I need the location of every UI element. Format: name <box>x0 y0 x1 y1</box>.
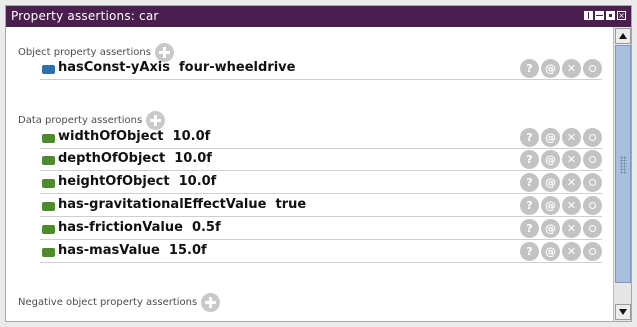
negative-object-property-section-title: Negative object property assertions <box>18 297 198 308</box>
annotate-button[interactable]: @ <box>541 219 560 238</box>
explain-button[interactable]: ? <box>520 242 539 261</box>
edit-button[interactable] <box>583 150 602 169</box>
data-property-icon <box>42 248 55 257</box>
view-controls: × <box>584 11 626 20</box>
scroll-thumb[interactable] <box>615 45 631 283</box>
row-actions: ? @ <box>520 150 602 169</box>
row-actions: ? @ <box>520 196 602 215</box>
edit-button[interactable] <box>583 242 602 261</box>
row-actions: ? @ <box>520 242 602 261</box>
annotate-button[interactable]: @ <box>541 59 560 78</box>
explain-button[interactable]: ? <box>520 196 539 215</box>
edit-button[interactable] <box>583 59 602 78</box>
data-property-row[interactable]: has-masValue 15.0f ? @ <box>40 241 602 263</box>
data-property-icon <box>42 156 55 165</box>
data-property-icon <box>42 202 55 211</box>
explain-button[interactable]: ? <box>520 59 539 78</box>
data-property-icon <box>42 134 55 143</box>
delete-button[interactable] <box>562 242 581 261</box>
explain-button[interactable]: ? <box>520 150 539 169</box>
vertical-scrollbar[interactable] <box>613 27 631 321</box>
object-property-row[interactable]: hasConst-yAxis four-wheeldrive ? @ <box>40 58 602 80</box>
negative-object-property-section-header: Negative object property assertions <box>18 293 221 312</box>
annotate-button[interactable]: @ <box>541 128 560 147</box>
data-property-icon <box>42 179 55 188</box>
edit-button[interactable] <box>583 128 602 147</box>
data-property-row[interactable]: has-gravitationalEffectValue true ? @ <box>40 195 602 217</box>
delete-button[interactable] <box>562 219 581 238</box>
edit-button[interactable] <box>583 173 602 192</box>
object-property-section-title: Object property assertions <box>18 47 151 58</box>
edit-button[interactable] <box>583 219 602 238</box>
data-property-row[interactable]: depthOfObject 10.0f ? @ <box>40 149 602 171</box>
delete-button[interactable] <box>562 128 581 147</box>
data-property-label: has-gravitationalEffectValue true <box>58 197 307 212</box>
delete-button[interactable] <box>562 150 581 169</box>
data-property-label: has-masValue 15.0f <box>58 243 207 258</box>
annotate-button[interactable]: @ <box>541 242 560 261</box>
data-property-label: depthOfObject 10.0f <box>58 151 212 166</box>
data-property-row[interactable]: heightOfObject 10.0f ? @ <box>40 172 602 194</box>
delete-button[interactable] <box>562 59 581 78</box>
property-assertions-view: Property assertions: car × Object proper… <box>5 5 632 322</box>
explain-button[interactable]: ? <box>520 219 539 238</box>
row-actions: ? @ <box>520 173 602 192</box>
edit-button[interactable] <box>583 196 602 215</box>
object-property-icon <box>42 65 55 74</box>
data-property-label: has-frictionValue 0.5f <box>58 220 221 235</box>
object-property-label: hasConst-yAxis four-wheeldrive <box>58 60 296 75</box>
add-negative-object-property-button[interactable] <box>201 293 221 312</box>
row-actions: ? @ <box>520 128 602 147</box>
maximize-icon[interactable] <box>606 11 615 20</box>
data-property-label: widthOfObject 10.0f <box>58 129 211 144</box>
data-property-row[interactable]: widthOfObject 10.0f ? @ <box>40 127 602 149</box>
explain-button[interactable]: ? <box>520 173 539 192</box>
row-actions: ? @ <box>520 219 602 238</box>
annotate-button[interactable]: @ <box>541 150 560 169</box>
scroll-grip-icon <box>620 156 627 174</box>
row-actions: ? @ <box>520 59 602 78</box>
annotate-button[interactable]: @ <box>541 196 560 215</box>
explain-button[interactable]: ? <box>520 128 539 147</box>
delete-button[interactable] <box>562 173 581 192</box>
scroll-up-button[interactable] <box>615 28 631 44</box>
hsplit-view-icon[interactable] <box>595 11 604 20</box>
annotate-button[interactable]: @ <box>541 173 560 192</box>
view-title-bar: Property assertions: car × <box>6 6 631 27</box>
data-property-section-title: Data property assertions <box>18 115 143 126</box>
assertions-content: Object property assertions hasConst-yAxi… <box>6 27 611 321</box>
close-icon[interactable]: × <box>617 11 626 20</box>
scroll-down-button[interactable] <box>615 304 631 320</box>
view-title: Property assertions: car <box>11 9 159 23</box>
data-property-icon <box>42 225 55 234</box>
delete-button[interactable] <box>562 196 581 215</box>
split-view-icon[interactable] <box>584 11 593 20</box>
data-property-row[interactable]: has-frictionValue 0.5f ? @ <box>40 218 602 240</box>
data-property-label: heightOfObject 10.0f <box>58 174 217 189</box>
